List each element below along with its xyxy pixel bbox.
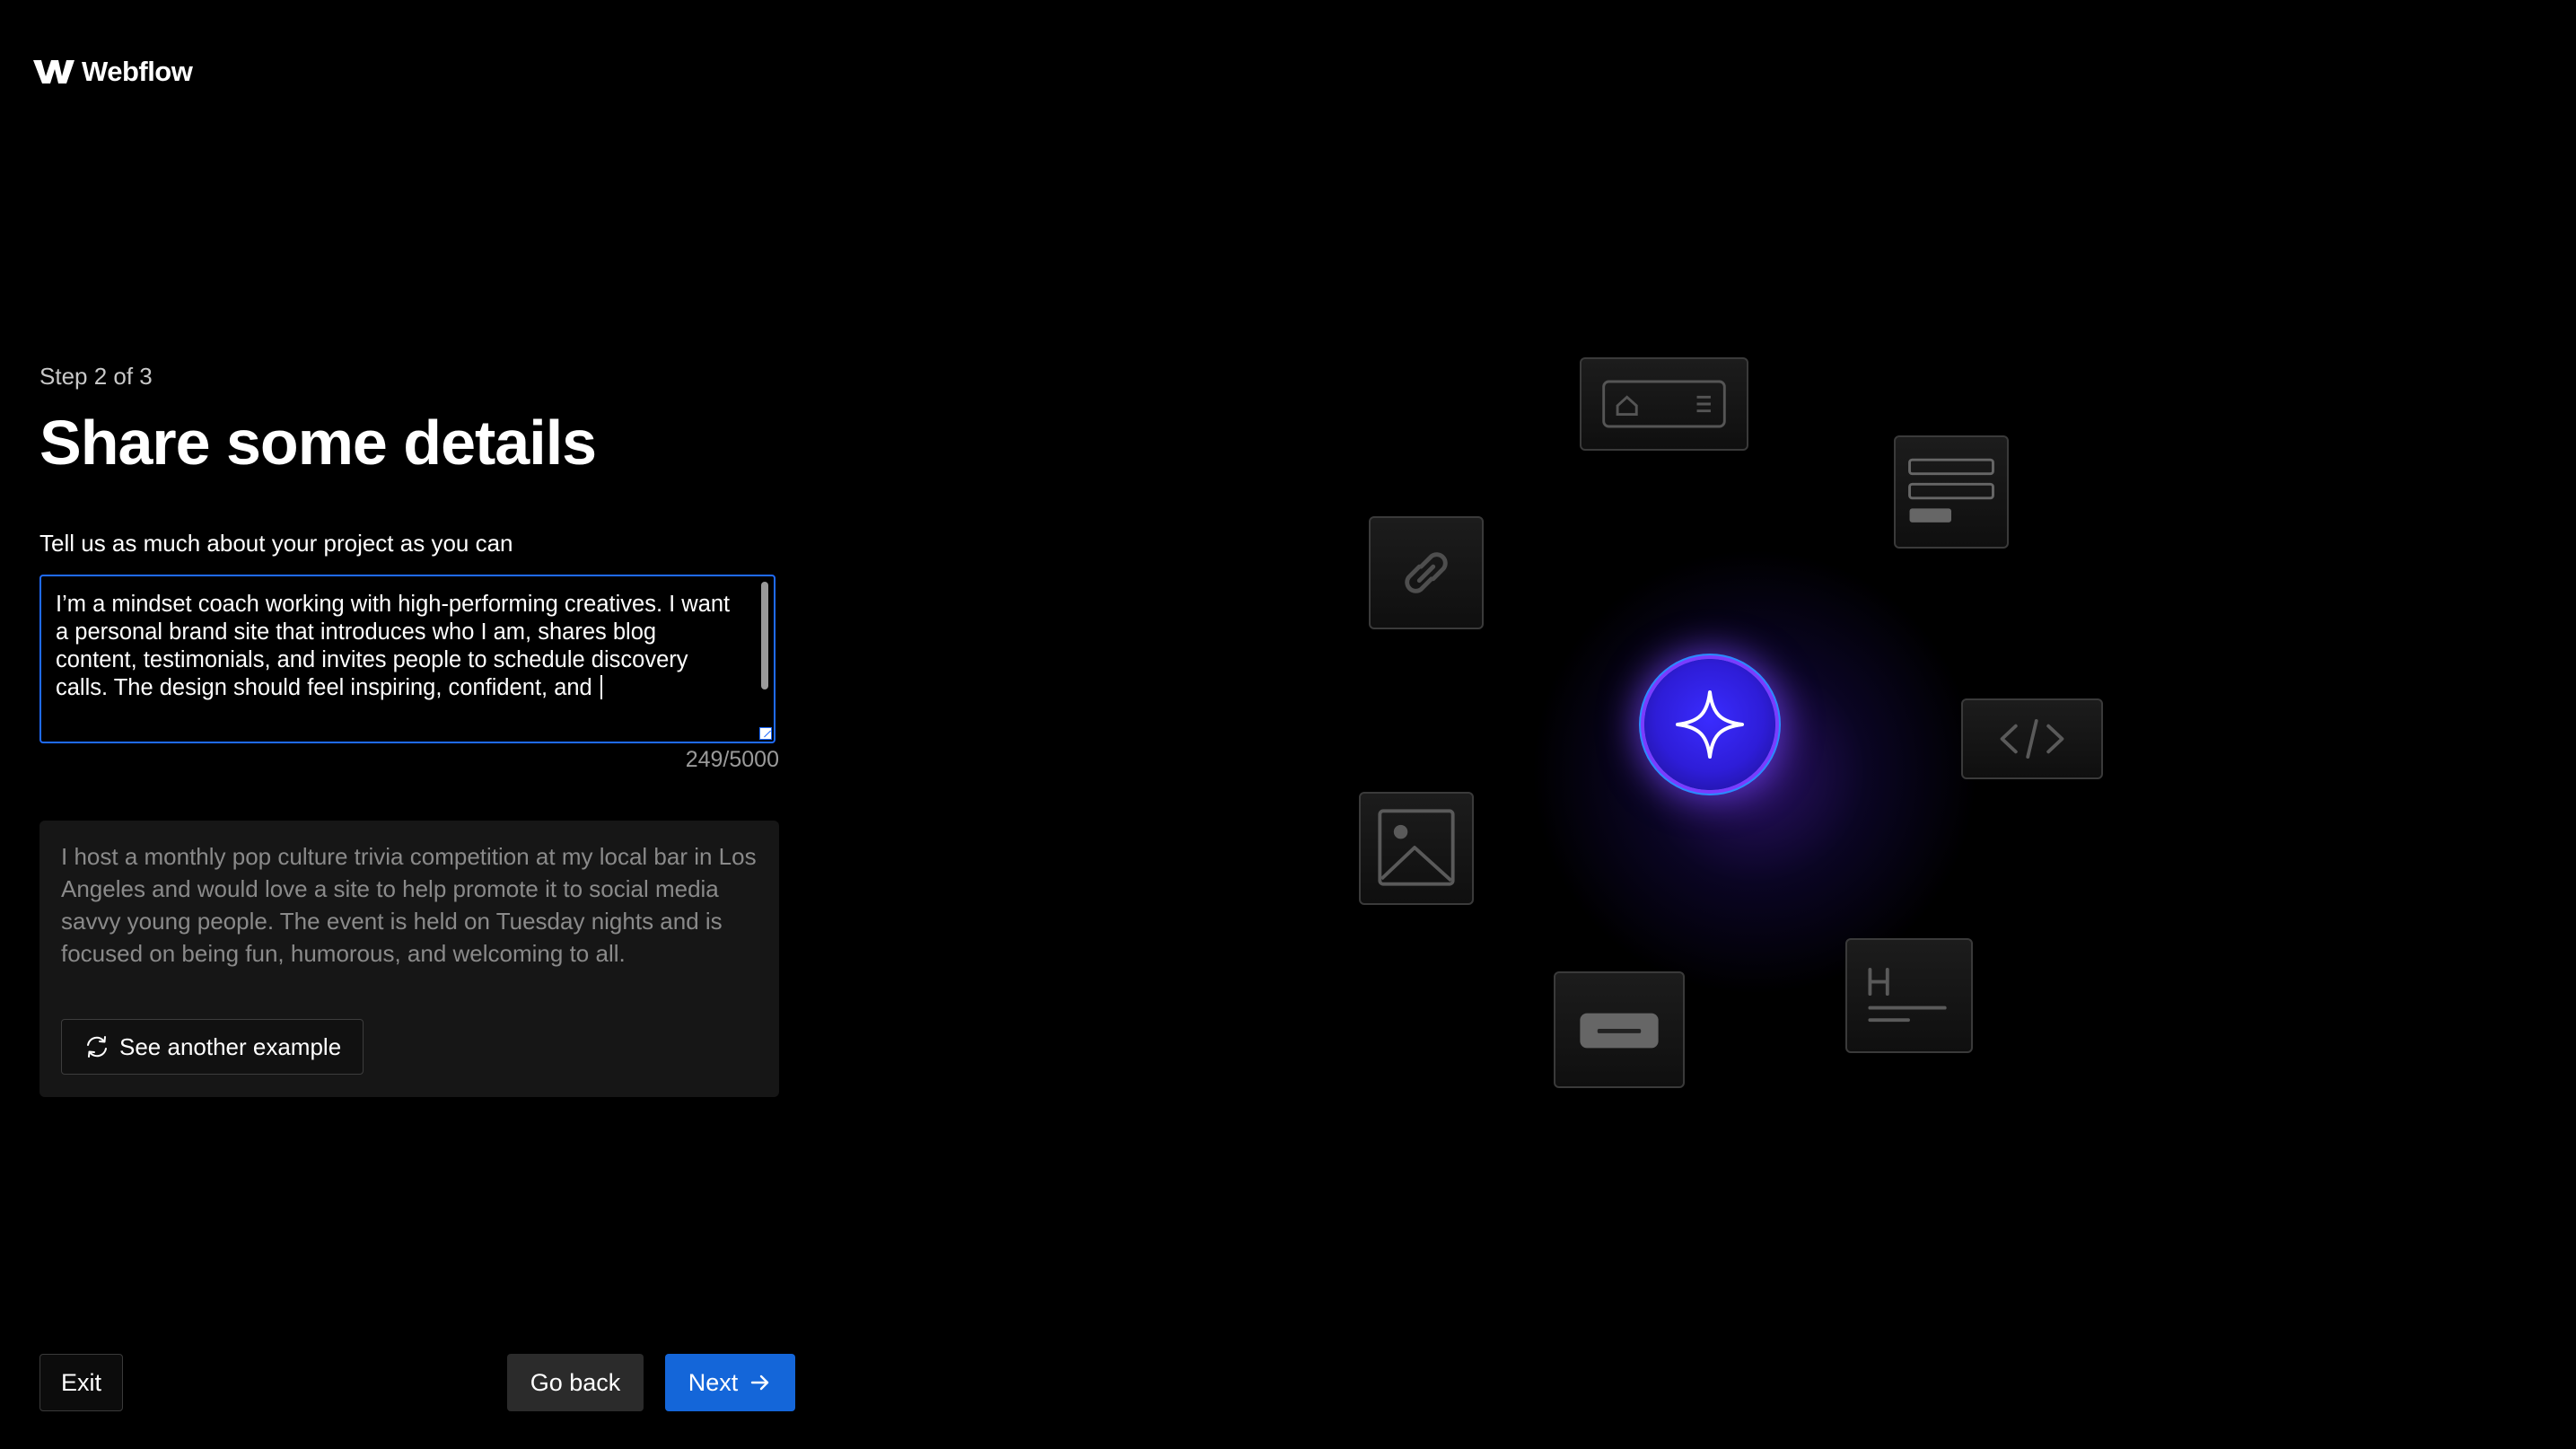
- heading-icon: [1868, 968, 1947, 1023]
- brand-name: Webflow: [82, 56, 193, 87]
- next-button-label: Next: [688, 1368, 739, 1396]
- example-text: I host a monthly pop culture trivia comp…: [61, 843, 757, 967]
- see-another-example-label: See another example: [119, 1032, 342, 1060]
- arrow-right-icon: [751, 1374, 769, 1391]
- step-indicator: Step 2 of 3: [39, 363, 153, 390]
- description-label: Tell us as much about your project as yo…: [39, 530, 513, 557]
- text-caret: [600, 675, 602, 699]
- code-tile: [1961, 698, 2103, 779]
- button-icon: [1580, 1013, 1659, 1049]
- page-title: Share some details: [39, 408, 597, 478]
- webflow-logo-icon: [33, 60, 74, 83]
- ai-illustration: [1257, 305, 2154, 1131]
- ai-orb: [1644, 659, 1775, 790]
- sparkle-icon: [1676, 690, 1744, 759]
- example-card: I host a monthly pop culture trivia comp…: [39, 821, 779, 1097]
- heading-tile: [1845, 938, 1973, 1053]
- text-block-tile: [1894, 435, 2009, 549]
- code-icon: [2000, 719, 2064, 759]
- link-icon: [1405, 552, 1448, 593]
- textarea-scrollbar[interactable]: [761, 582, 768, 689]
- refresh-icon: [87, 1036, 107, 1058]
- navbar-tile: [1580, 357, 1748, 451]
- webflow-logo[interactable]: Webflow: [33, 56, 193, 88]
- see-another-example-button[interactable]: See another example: [61, 1019, 364, 1075]
- project-description-textarea[interactable]: I’m a mindset coach working with high-pe…: [39, 575, 775, 743]
- textarea-resize-handle[interactable]: [759, 727, 772, 740]
- exit-button[interactable]: Exit: [39, 1354, 123, 1411]
- image-icon: [1378, 809, 1455, 886]
- link-tile: [1369, 516, 1484, 629]
- go-back-button[interactable]: Go back: [507, 1354, 644, 1411]
- navbar-icon: [1602, 380, 1726, 428]
- next-button[interactable]: Next: [665, 1354, 795, 1411]
- button-tile: [1554, 971, 1685, 1088]
- text-block-icon: [1908, 458, 1994, 523]
- project-description-value: I’m a mindset coach working with high-pe…: [56, 592, 737, 700]
- character-counter: 249/5000: [685, 747, 779, 772]
- image-tile: [1359, 792, 1474, 905]
